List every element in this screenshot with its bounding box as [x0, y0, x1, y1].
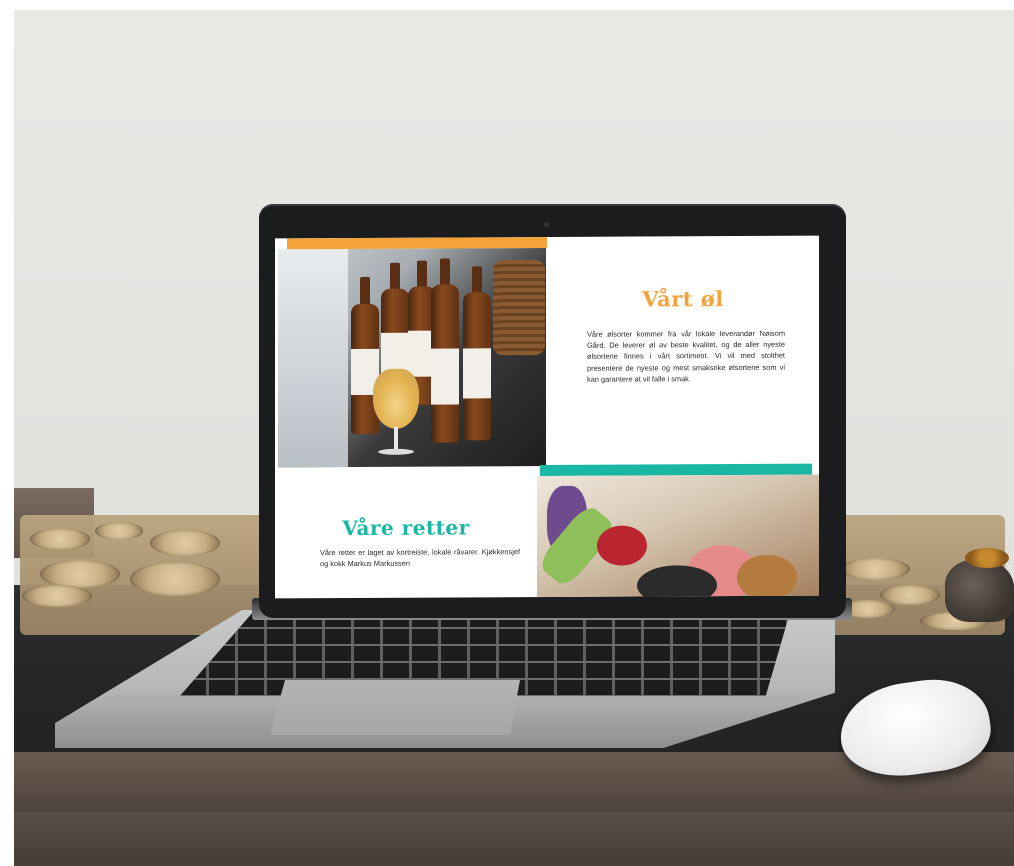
bottle-label: [431, 348, 459, 405]
roasted-vegetable: [737, 554, 797, 599]
laptop-trackpad: [270, 680, 520, 735]
geode-decoration: [945, 560, 1014, 622]
wood-slice: [880, 585, 940, 605]
candle-cup: [965, 548, 1009, 568]
bottle-neck: [360, 276, 370, 307]
dishes-section-text: Våre retter er laget av kortreiste, loka…: [320, 547, 520, 569]
wood-slice: [30, 528, 90, 550]
glass-foot: [378, 448, 414, 455]
wood-slice: [840, 558, 910, 580]
red-vegetable: [597, 525, 647, 566]
window-light: [278, 249, 348, 468]
desk-scene: Vårt øl Våre ølsorter kommer fra vår lok…: [0, 0, 1014, 866]
wood-slice: [22, 585, 92, 607]
webcam: [544, 222, 549, 227]
wood-slice: [40, 560, 120, 588]
wood-slice: [95, 522, 143, 540]
food-dish-photo: [537, 474, 819, 599]
plate-rim: [637, 565, 717, 599]
bottle-label: [463, 348, 491, 399]
basket: [493, 260, 545, 356]
beer-glass: [373, 368, 419, 429]
wood-slice: [150, 530, 220, 556]
beer-bottles-photo: [278, 248, 546, 468]
dishes-section-title: Våre retter: [342, 515, 470, 541]
desk-front: [14, 812, 1014, 866]
glass-stem: [394, 426, 398, 451]
beer-section-text: Våre ølsorter kommer fra vår lokale leve…: [587, 328, 785, 384]
beer-section-title: Vårt øl: [642, 286, 724, 312]
laptop-screen: Vårt øl Våre ølsorter kommer fra vår lok…: [275, 235, 819, 599]
wood-slice: [130, 562, 220, 596]
